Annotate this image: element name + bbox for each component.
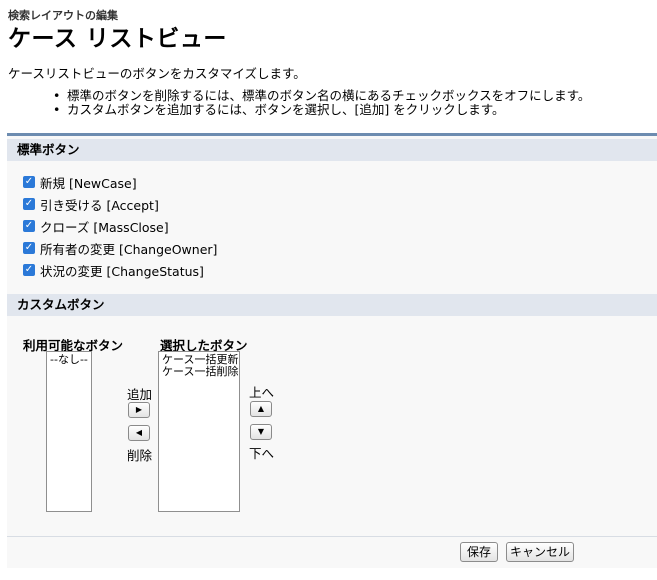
- arrow-up-icon: ▲: [257, 404, 265, 413]
- checkbox-changeowner[interactable]: ✓: [23, 242, 35, 254]
- move-down-button[interactable]: ▼: [250, 424, 272, 440]
- instruction-item: カスタムボタンを追加するには、ボタンを選択し、[追加] をクリックします。: [53, 103, 590, 118]
- standard-button-label: 引き受ける [Accept]: [40, 197, 159, 213]
- standard-button-item: ✓ 引き受ける [Accept]: [23, 193, 217, 215]
- save-button[interactable]: 保存: [460, 542, 498, 562]
- standard-button-label: クローズ [MassClose]: [40, 219, 169, 235]
- instruction-list: 標準のボタンを削除するには、標準のボタン名の横にあるチェックボックスをオフにしま…: [53, 89, 590, 118]
- list-option[interactable]: --なし--: [50, 354, 88, 366]
- check-icon: ✓: [24, 264, 34, 275]
- selected-buttons-listbox[interactable]: ケース一括更新 ケース一括削除: [158, 351, 240, 512]
- page-title: ケース リストビュー: [8, 26, 227, 52]
- standard-button-item: ✓ クローズ [MassClose]: [23, 215, 217, 237]
- instruction-item: 標準のボタンを削除するには、標準のボタン名の横にあるチェックボックスをオフにしま…: [53, 89, 590, 104]
- down-label: 下へ: [249, 446, 275, 461]
- check-icon: ✓: [24, 220, 34, 231]
- arrow-right-icon: ▶: [135, 405, 143, 414]
- intro-text: ケースリストビューのボタンをカスタマイズします。: [8, 66, 306, 81]
- checkbox-changestatus[interactable]: ✓: [23, 264, 35, 276]
- edit-panel: 標準ボタン ✓ 新規 [NewCase] ✓ 引き受ける [Accept] ✓ …: [7, 133, 657, 568]
- remove-label: 削除: [127, 448, 153, 463]
- standard-button-label: 状況の変更 [ChangeStatus]: [40, 263, 204, 279]
- footer-divider: [7, 536, 657, 537]
- standard-button-list: ✓ 新規 [NewCase] ✓ 引き受ける [Accept] ✓ クローズ […: [23, 171, 217, 281]
- checkbox-newcase[interactable]: ✓: [23, 176, 35, 188]
- check-icon: ✓: [24, 176, 34, 187]
- move-up-button[interactable]: ▲: [250, 401, 272, 417]
- standard-button-item: ✓ 新規 [NewCase]: [23, 171, 217, 193]
- up-label: 上へ: [249, 385, 275, 400]
- list-option[interactable]: ケース一括削除: [162, 366, 238, 378]
- add-button[interactable]: ▶: [128, 402, 150, 418]
- standard-button-label: 新規 [NewCase]: [40, 175, 137, 191]
- standard-button-label: 所有者の変更 [ChangeOwner]: [40, 241, 218, 257]
- section-header-standard: 標準ボタン: [7, 139, 657, 161]
- available-buttons-listbox[interactable]: --なし--: [46, 351, 92, 512]
- section-header-custom: カスタムボタン: [7, 294, 657, 316]
- checkbox-accept[interactable]: ✓: [23, 198, 35, 210]
- check-icon: ✓: [24, 242, 34, 253]
- arrow-down-icon: ▼: [257, 427, 265, 436]
- remove-button[interactable]: ◀: [128, 425, 150, 441]
- checkbox-massclose[interactable]: ✓: [23, 220, 35, 232]
- arrow-left-icon: ◀: [135, 428, 143, 437]
- add-label: 追加: [127, 387, 153, 402]
- standard-button-item: ✓ 状況の変更 [ChangeStatus]: [23, 259, 217, 281]
- cancel-button[interactable]: キャンセル: [506, 542, 574, 562]
- check-icon: ✓: [24, 198, 34, 209]
- standard-button-item: ✓ 所有者の変更 [ChangeOwner]: [23, 237, 217, 259]
